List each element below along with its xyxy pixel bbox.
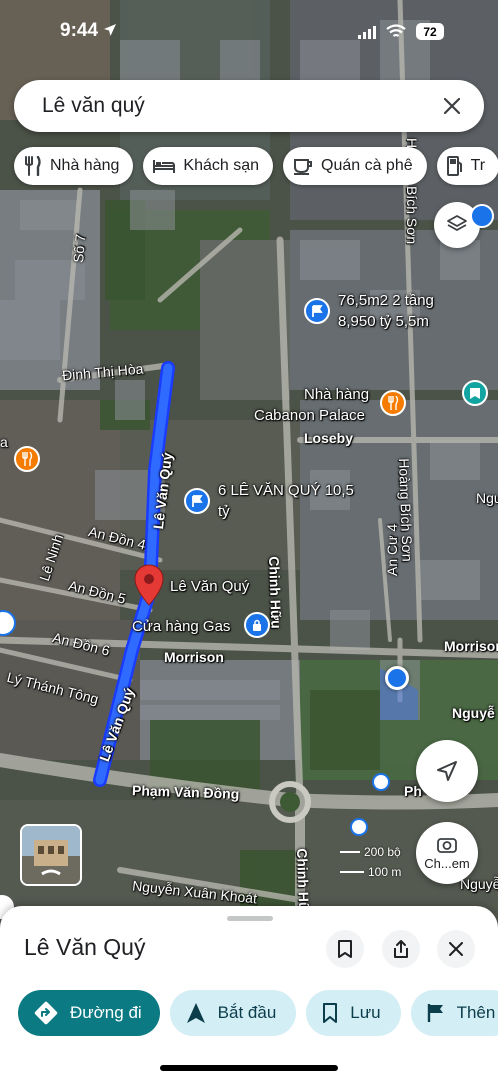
battery-indicator: 72 bbox=[416, 23, 444, 40]
search-bar[interactable]: Lê văn quý bbox=[14, 80, 484, 132]
street-label-loseby: Loseby bbox=[304, 430, 354, 446]
navigation-arrow-icon bbox=[437, 761, 457, 781]
listing1-label-line2: 8,950 tỷ 5,5m bbox=[338, 313, 429, 330]
place-bottom-sheet[interactable]: Lê Văn Quý Đường đi Bắt đầu Lưu Thên bbox=[0, 906, 498, 1080]
shopping-pin[interactable] bbox=[462, 380, 488, 406]
chip-gas[interactable]: Tr bbox=[436, 147, 498, 185]
save-icon-button[interactable] bbox=[326, 930, 364, 968]
close-icon bbox=[449, 942, 463, 956]
partial-flag-pin[interactable] bbox=[470, 204, 494, 228]
bookmark-icon bbox=[338, 940, 352, 958]
street-label-morrison-right: Morrison bbox=[444, 638, 498, 654]
directions-icon bbox=[34, 1001, 58, 1025]
street-label-bich-son-top: Bích Sơn bbox=[404, 186, 420, 245]
bookmark-icon bbox=[323, 1003, 338, 1023]
wifi-icon bbox=[386, 24, 406, 37]
layers-icon bbox=[447, 215, 467, 231]
camera-icon bbox=[437, 837, 457, 853]
search-input[interactable]: Lê văn quý bbox=[42, 94, 438, 118]
listing2-flag-pin[interactable] bbox=[184, 488, 210, 514]
gas-store-label: Cửa hàng Gas bbox=[132, 618, 231, 635]
gas-pump-icon bbox=[446, 156, 462, 176]
status-time: 9:44 bbox=[60, 20, 117, 42]
map-scale: 200 bộ 100 m bbox=[340, 845, 401, 879]
start-button[interactable]: Bắt đầu bbox=[169, 990, 297, 1036]
restaurant-pin-left[interactable] bbox=[14, 446, 40, 472]
restaurant-label-line1: Nhà hàng bbox=[304, 386, 370, 403]
close-icon bbox=[443, 97, 461, 115]
restaurant-label-line2: Cabanon Palace bbox=[254, 407, 365, 424]
street-label-nguyen-right-low: Nguyễn bbox=[460, 876, 498, 892]
scale-meters: 100 m bbox=[368, 865, 402, 879]
street-label-a-left: a bbox=[0, 434, 8, 450]
fork-knife-icon bbox=[25, 156, 41, 176]
scale-feet: 200 bộ bbox=[364, 845, 401, 859]
street-view-thumbnail[interactable] bbox=[20, 824, 82, 886]
selected-location-pin-icon[interactable] bbox=[134, 564, 164, 606]
listing1-label-line1: 76,5m2 2 tầng bbox=[338, 292, 434, 309]
restaurant-pin[interactable] bbox=[380, 390, 406, 416]
location-arrow-icon bbox=[104, 24, 117, 36]
more-button[interactable]: Thên bbox=[410, 990, 498, 1036]
home-indicator bbox=[160, 1065, 338, 1071]
cellular-signal-icon bbox=[358, 25, 376, 39]
clear-search-button[interactable] bbox=[438, 92, 466, 120]
share-button[interactable] bbox=[382, 930, 420, 968]
street-label-ngu-right: Ngu bbox=[476, 490, 498, 506]
flag-icon bbox=[427, 1004, 443, 1022]
chip-restaurants[interactable]: Nhà hàng bbox=[14, 147, 134, 185]
street-view-image bbox=[22, 826, 80, 884]
status-icons bbox=[358, 24, 406, 39]
listing-flag-pin[interactable] bbox=[304, 298, 330, 324]
street-label-morrison: Morrison bbox=[164, 649, 224, 665]
category-chips: Nhà hàng Khách sạn Quán cà phê Tr bbox=[14, 147, 498, 185]
save-button[interactable]: Lưu bbox=[306, 990, 401, 1036]
gas-store-pin[interactable] bbox=[244, 612, 270, 638]
street-label-nguye-right: Nguyễ bbox=[452, 705, 495, 721]
chip-cafes[interactable]: Quán cà phê bbox=[283, 147, 427, 185]
my-location-dot bbox=[385, 666, 409, 690]
street-label-so7: Số 7 bbox=[70, 233, 89, 264]
selected-place-label: Lê Văn Quý bbox=[170, 578, 250, 595]
chip-hotels[interactable]: Khách sạn bbox=[143, 147, 273, 185]
satellite-map[interactable]: Số 7 Đinh Thị Hòa Lê Văn Quý An Đồn 4 Lê… bbox=[0, 0, 498, 930]
place-title: Lê Văn Quý bbox=[24, 934, 146, 960]
bed-icon bbox=[153, 160, 176, 173]
explore-button[interactable]: Ch...em bbox=[416, 822, 478, 884]
share-icon bbox=[394, 940, 408, 958]
my-location-button[interactable] bbox=[416, 740, 478, 802]
coffee-icon bbox=[294, 159, 312, 175]
close-sheet-button[interactable] bbox=[437, 930, 475, 968]
navigation-arrow-icon bbox=[186, 1003, 205, 1023]
bus-stop-icon[interactable] bbox=[350, 818, 368, 836]
listing2-label-line2: tỷ bbox=[218, 503, 230, 520]
directions-button[interactable]: Đường đi bbox=[18, 990, 160, 1036]
explore-label: Ch...em bbox=[424, 855, 470, 871]
sheet-actions: Đường đi Bắt đầu Lưu Thên bbox=[18, 990, 498, 1036]
street-label-chinh-huu: Chinh Hữu bbox=[266, 556, 285, 629]
bus-stop-icon[interactable] bbox=[372, 773, 390, 791]
sheet-drag-handle[interactable] bbox=[227, 916, 273, 921]
listing2-label-line1: 6 LÊ VĂN QUÝ 10,5 bbox=[218, 482, 354, 499]
